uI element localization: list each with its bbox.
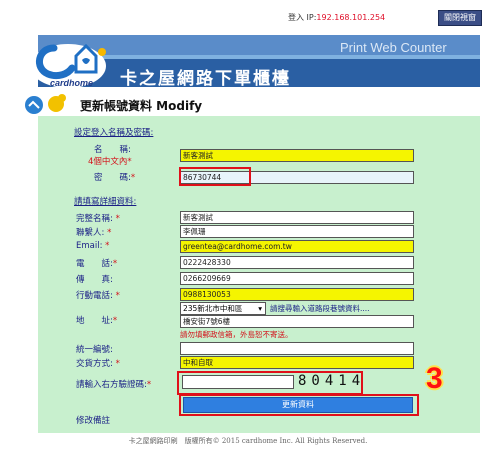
mobile-input[interactable]: 0988130053 — [180, 288, 414, 301]
taxid-input[interactable] — [180, 342, 414, 355]
phone-label: 電 話:* — [76, 259, 118, 269]
name-label: 名 稱: — [94, 145, 131, 155]
update-submit-button[interactable]: 更新資料 — [183, 397, 413, 413]
print-web-counter-text: Print Web Counter — [340, 40, 447, 55]
remark-label: 修改備註 — [76, 416, 111, 426]
password-label: 密 碼:* — [94, 173, 136, 183]
email-label: Email: * — [76, 241, 110, 251]
email-input[interactable]: greentea@cardhome.com.tw — [180, 240, 414, 253]
address-input[interactable]: 橋安街7號6樓 — [180, 315, 414, 328]
fax-input[interactable]: 0266209669 — [180, 272, 414, 285]
captcha-input[interactable] — [182, 375, 294, 389]
district-select[interactable]: 235新北市中和區 ▾ — [180, 302, 266, 315]
step-badge: 3 — [426, 362, 443, 395]
login-ip-display: 登入 IP:192.168.101.254 — [288, 12, 385, 23]
ip-label: 登入 IP: — [288, 13, 317, 22]
captcha-label: 請輸入右方驗證碼:* — [76, 380, 152, 390]
delivery-input[interactable]: 中和自取 — [180, 356, 414, 369]
fullname-input[interactable]: 新客測試 — [180, 211, 414, 224]
contact-label: 聯繫人: * — [76, 228, 112, 238]
page-title: 更新帳號資料 Modify — [80, 99, 203, 113]
edit-icon — [22, 92, 74, 116]
address-search-link[interactable]: 請搜尋輸入道路段巷號資料.... — [270, 303, 370, 314]
name-input[interactable]: 新客測試 — [180, 149, 414, 162]
captcha-code-image: 80414 — [298, 373, 366, 389]
district-value: 235新北市中和區 — [183, 304, 243, 313]
taxid-label: 統一編號: — [76, 345, 113, 355]
fax-label: 傳 真: — [76, 275, 113, 285]
detail-section-heading: 請填寫詳細資料: — [74, 197, 137, 207]
chevron-down-icon: ▾ — [258, 304, 262, 313]
footer-copyright: 卡之屋網路印刷 版權所有© 2015 cardhome Inc. All Rig… — [128, 437, 368, 445]
delivery-label: 交貨方式: * — [76, 359, 120, 369]
login-section-heading: 設定登入名稱及密碼: — [74, 128, 154, 138]
logo-text: cardhome — [50, 78, 93, 88]
name-hint: 4個中文內* — [88, 157, 132, 167]
password-highlight-box — [179, 167, 251, 186]
address-label: 地 址:* — [76, 316, 118, 326]
mobile-label: 行動電話: * — [76, 291, 120, 301]
cardhome-logo-icon: cardhome — [30, 43, 106, 88]
site-title: 卡之屋網路下單櫃檯 — [120, 69, 291, 89]
address-warning: 請勿填郵政信箱，外島恕不寄送。 — [180, 330, 293, 339]
ip-value: 192.168.101.254 — [316, 13, 386, 22]
fullname-label: 完整名稱: * — [76, 214, 120, 224]
cardhome-logo: cardhome — [24, 34, 116, 92]
phone-input[interactable]: 0222428330 — [180, 256, 414, 269]
close-window-button[interactable]: 關閉視窗 — [438, 10, 482, 26]
contact-input[interactable]: 李佩珊 — [180, 225, 414, 238]
